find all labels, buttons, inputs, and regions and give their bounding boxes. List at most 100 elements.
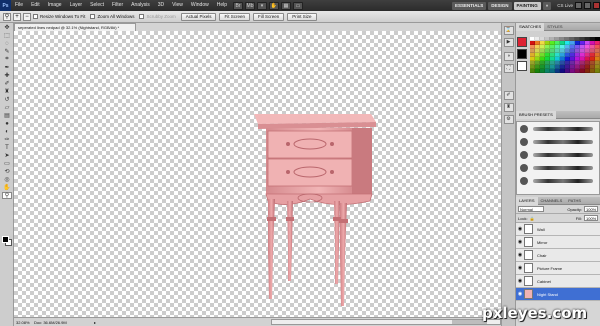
menu-3d[interactable]: 3D <box>154 0 168 11</box>
clone-stamp-tool-icon[interactable]: ♜ <box>2 88 12 95</box>
lock-icon[interactable]: 🔒 <box>530 216 535 221</box>
dodge-tool-icon[interactable]: ◐ <box>2 128 12 135</box>
eye-icon[interactable]: ◉ <box>516 291 524 297</box>
status-arrow-icon[interactable]: ▸ <box>94 320 96 325</box>
fill-input[interactable]: 100% <box>584 215 598 221</box>
brush-preset-row[interactable] <box>517 135 599 148</box>
brush-preset-row[interactable] <box>517 122 599 135</box>
3d-rotate-tool-icon[interactable]: ⟲ <box>2 168 12 175</box>
3d-orbit-tool-icon[interactable]: ◎ <box>2 176 12 183</box>
layer-row[interactable]: ◉ Mirror <box>516 236 600 249</box>
screen-mode-icon[interactable]: ▭ <box>293 1 304 10</box>
minimize-button[interactable] <box>575 2 582 9</box>
color-panel-icon[interactable]: ◑ <box>503 52 514 61</box>
tool-presets-panel-icon[interactable]: ⚙ <box>503 115 514 124</box>
history-panel-icon[interactable]: ⌛ <box>503 26 514 35</box>
hand-icon[interactable]: ✋ <box>269 1 280 10</box>
checkbox-box[interactable] <box>33 14 38 19</box>
swatch-black[interactable] <box>517 49 527 59</box>
layer-row-selected[interactable]: ◉ Night Stand <box>516 288 600 301</box>
eyedropper-tool-icon[interactable]: ✒ <box>2 64 12 71</box>
close-button[interactable] <box>593 2 600 9</box>
zoom-all-windows-checkbox[interactable]: Zoom All Windows <box>90 14 134 19</box>
eye-icon[interactable]: ◉ <box>516 265 524 271</box>
tab-brush-presets[interactable]: BRUSH PRESETS <box>516 110 556 119</box>
blend-mode-select[interactable]: Normal <box>518 206 544 212</box>
menu-select[interactable]: Select <box>86 0 108 11</box>
history-brush-tool-icon[interactable]: ↺ <box>2 96 12 103</box>
marquee-tool-icon[interactable]: ⬚ <box>2 32 12 39</box>
brush-preset-row[interactable] <box>517 148 599 161</box>
resize-windows-checkbox[interactable]: Resize Windows To Fit <box>33 14 85 19</box>
tab-layers[interactable]: LAYERS <box>516 196 538 205</box>
menu-edit[interactable]: Edit <box>27 0 44 11</box>
brush-panel-icon[interactable]: ✐ <box>503 91 514 100</box>
checkbox-box[interactable] <box>90 14 96 19</box>
foreground-color-swatch[interactable] <box>2 236 9 243</box>
hand-tool-icon[interactable]: ✋ <box>2 184 12 191</box>
cs-live-button[interactable]: CS Live <box>557 3 573 8</box>
shape-tool-icon[interactable]: ▭ <box>2 160 12 167</box>
maximize-button[interactable] <box>584 2 591 9</box>
bridge-icon[interactable]: Br <box>233 1 244 10</box>
eye-icon[interactable]: ◉ <box>516 252 524 258</box>
print-size-button[interactable]: Print Size <box>287 12 317 21</box>
crop-tool-icon[interactable]: ⌗ <box>2 56 12 63</box>
menu-filter[interactable]: Filter <box>108 0 127 11</box>
zoom-out-icon[interactable]: − <box>23 12 31 21</box>
swatch-white[interactable] <box>517 61 527 71</box>
menu-file[interactable]: File <box>11 0 27 11</box>
workspace-more-button[interactable]: » <box>542 1 552 10</box>
gradient-tool-icon[interactable]: ▤ <box>2 112 12 119</box>
menu-layer[interactable]: Layer <box>66 0 87 11</box>
blur-tool-icon[interactable]: ● <box>2 120 12 127</box>
menu-view[interactable]: View <box>168 0 187 11</box>
brush-preset-row[interactable] <box>517 174 599 187</box>
zoom-level-dropdown[interactable]: ▾ <box>257 1 268 10</box>
document-canvas[interactable] <box>14 31 501 317</box>
eraser-tool-icon[interactable]: ▱ <box>2 104 12 111</box>
menu-image[interactable]: Image <box>44 0 66 11</box>
menu-help[interactable]: Help <box>213 0 231 11</box>
actions-panel-icon[interactable]: ▶ <box>503 38 514 47</box>
lasso-tool-icon[interactable]: ◌ <box>2 40 12 47</box>
opacity-input[interactable]: 100% <box>584 206 598 212</box>
menu-window[interactable]: Window <box>187 0 213 11</box>
layer-row[interactable]: ◉ Wall <box>516 223 600 236</box>
document-tab[interactable]: seperated lines nedpad @ 32.1% (Nightsta… <box>14 23 136 31</box>
healing-brush-tool-icon[interactable]: ✚ <box>2 72 12 79</box>
zoom-readout[interactable]: 32.08% <box>14 320 34 325</box>
clone-source-panel-icon[interactable]: ♜ <box>503 103 514 112</box>
workspace-painting[interactable]: PAINTING <box>513 1 541 10</box>
minibridge-icon[interactable]: Mb <box>245 1 256 10</box>
path-select-tool-icon[interactable]: ➤ <box>2 152 12 159</box>
workspace-essentials[interactable]: ESSENTIALS <box>452 1 487 10</box>
zoom-tool-icon[interactable]: ⚲ <box>3 12 11 21</box>
fit-screen-button[interactable]: Fit Screen <box>219 12 250 21</box>
tab-paths[interactable]: PATHS <box>565 197 584 205</box>
workspace-design[interactable]: DESIGN <box>488 1 512 10</box>
tab-styles[interactable]: STYLES <box>544 23 565 31</box>
eye-icon[interactable]: ◉ <box>516 278 524 284</box>
layer-row[interactable]: ◉ Picture Frame <box>516 262 600 275</box>
scrubby-zoom-checkbox[interactable]: Scrubby Zoom <box>139 14 176 19</box>
quick-select-tool-icon[interactable]: ✎ <box>2 48 12 55</box>
navigator-panel-icon[interactable]: ⛶ <box>503 64 514 73</box>
menu-analysis[interactable]: Analysis <box>127 0 154 11</box>
brush-tool-icon[interactable]: ✐ <box>2 80 12 87</box>
tab-channels[interactable]: CHANNELS <box>538 197 566 205</box>
eye-icon[interactable]: ◉ <box>516 239 524 245</box>
zoom-tool-icon[interactable]: ⚲ <box>2 192 12 199</box>
checkbox-box[interactable] <box>139 14 145 19</box>
actual-pixels-button[interactable]: Actual Pixels <box>180 12 217 21</box>
layer-row[interactable]: ◉ Chair <box>516 249 600 262</box>
type-tool-icon[interactable]: T <box>2 144 12 151</box>
arrange-documents-icon[interactable]: ▦ <box>281 1 292 10</box>
move-tool-icon[interactable]: ✥ <box>2 24 12 31</box>
horizontal-scrollbar[interactable] <box>271 319 501 325</box>
tab-swatches[interactable]: SWATCHES <box>516 22 545 31</box>
eye-icon[interactable]: ◉ <box>516 226 524 232</box>
fill-screen-button[interactable]: Fill Screen <box>253 12 285 21</box>
swatch-cell[interactable] <box>595 69 600 73</box>
zoom-in-icon[interactable]: + <box>13 12 21 21</box>
